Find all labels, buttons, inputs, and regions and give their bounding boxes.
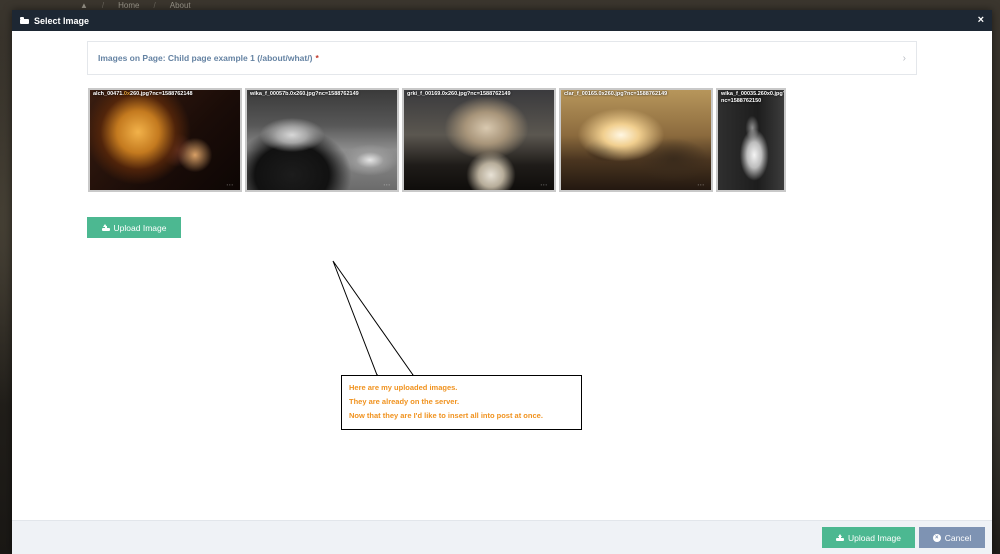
callout-line: Here are my uploaded images.: [349, 383, 458, 392]
close-circle-icon: ×: [932, 533, 941, 542]
watermark-icon: ▪▪▪: [383, 182, 391, 187]
background-breadcrumb: ▲ / Home / About: [80, 0, 191, 10]
close-icon[interactable]: ×: [978, 15, 984, 26]
watermark-icon: ▪▪▪: [697, 182, 705, 187]
watermark-icon: ▪▪▪: [540, 182, 548, 187]
upload-icon: [101, 224, 110, 231]
watermark-icon: ▪▪▪: [226, 182, 234, 187]
image-thumbnail[interactable]: wika_f_00035.260x0.jpg?nc=1588762150: [716, 88, 786, 192]
cancel-label: Cancel: [944, 532, 972, 543]
required-mark: *: [315, 53, 319, 63]
modal-header: Select Image ×: [12, 10, 992, 31]
upload-image-button[interactable]: Upload Image: [87, 217, 181, 238]
chevron-right-icon[interactable]: ›: [903, 53, 906, 64]
breadcrumb-home[interactable]: Home: [118, 1, 139, 10]
modal-title: Select Image: [20, 16, 89, 26]
upload-image-label: Upload Image: [113, 222, 167, 233]
thumbnail-filename: alch_00471.0x260.jpg?nc=1588762148: [93, 91, 193, 97]
footer-upload-image-button[interactable]: Upload Image: [822, 527, 915, 548]
annotation-callout: Here are my uploaded images. They are al…: [341, 375, 582, 430]
callout-line: They are already on the server.: [349, 397, 460, 406]
image-thumbnail[interactable]: wika_f_00057b.0x260.jpg?nc=1588762149 ▪▪…: [245, 88, 399, 192]
modal-footer: Upload Image × Cancel: [12, 520, 992, 554]
page-panel-heading: Images on Page: Child page example 1 (/a…: [98, 53, 319, 63]
page-panel-label: Images on Page: Child page example 1 (/a…: [98, 53, 313, 63]
image-thumbnail[interactable]: alch_00471.0x260.jpg?nc=1588762148 ▪▪▪: [88, 88, 242, 192]
breadcrumb-about[interactable]: About: [170, 1, 191, 10]
home-icon: ▲: [80, 0, 88, 10]
callout-line: Now that they are I'd like to insert all…: [349, 411, 543, 420]
folder-open-icon: [20, 17, 29, 24]
thumbnail-filename: clar_f_00165.0x260.jpg?nc=1588762149: [564, 91, 668, 97]
thumbnail-filename: wika_f_00057b.0x260.jpg?nc=1588762149: [250, 91, 359, 97]
thumbnail-filename: wika_f_00035.260x0.jpg?nc=1588762150: [721, 91, 786, 104]
page-images-panel[interactable]: Images on Page: Child page example 1 (/a…: [87, 41, 917, 75]
thumbnail-filename: grki_f_00169.0x260.jpg?nc=1588762149: [407, 91, 511, 97]
image-thumbnail-list: alch_00471.0x260.jpg?nc=1588762148 ▪▪▪ w…: [88, 88, 786, 192]
image-thumbnail[interactable]: grki_f_00169.0x260.jpg?nc=1588762149 ▪▪▪: [402, 88, 556, 192]
cancel-button[interactable]: × Cancel: [919, 527, 985, 548]
modal-body: Images on Page: Child page example 1 (/a…: [12, 31, 992, 520]
image-thumbnail[interactable]: clar_f_00165.0x260.jpg?nc=1588762149 ▪▪▪: [559, 88, 713, 192]
upload-icon: [836, 534, 845, 541]
footer-upload-label: Upload Image: [848, 532, 901, 543]
select-image-modal: Select Image × Images on Page: Child pag…: [12, 10, 992, 554]
modal-title-text: Select Image: [34, 15, 90, 26]
